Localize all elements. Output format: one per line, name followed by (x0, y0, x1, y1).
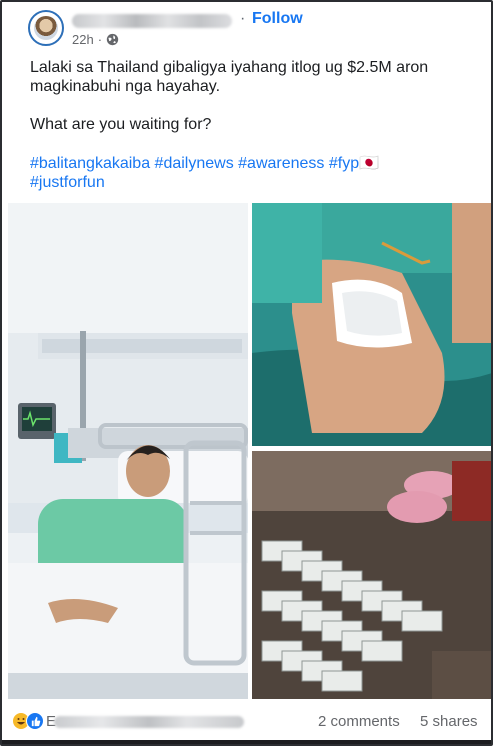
blurred-reactor-names[interactable] (54, 716, 244, 728)
reaction-summary[interactable] (12, 712, 44, 730)
hashtag-link[interactable]: #dailynews (155, 155, 239, 172)
photo-surgery-bandage[interactable] (252, 203, 491, 446)
follow-button[interactable]: Follow (252, 10, 303, 28)
post-footer: E 2 comments 5 shares (2, 702, 491, 742)
meta-separator: · (97, 32, 103, 47)
hashtag-link[interactable]: #justforfun (30, 174, 105, 191)
hashtag-link[interactable]: #fyp🇯🇵 (329, 155, 379, 172)
photo-hospital-bed[interactable] (8, 203, 248, 699)
name-separator: · (240, 10, 246, 27)
post-header: · Follow 22h · (16, 8, 481, 48)
post-text-line-1: Lalaki sa Thailand gibaligya iyahang itl… (30, 59, 429, 95)
bottom-edge (2, 740, 491, 744)
hashtag-link[interactable]: #balitangkakaiba (30, 155, 155, 172)
page-avatar[interactable] (28, 10, 64, 46)
post-time[interactable]: 22h (72, 32, 94, 47)
blurred-author-name[interactable] (72, 14, 232, 28)
post-body: Lalaki sa Thailand gibaligya iyahang itl… (30, 58, 470, 153)
hashtag-link[interactable]: #awareness (238, 155, 329, 172)
like-reaction-icon (26, 712, 44, 730)
post-meta: 22h · (72, 32, 119, 47)
globe-icon (106, 33, 119, 46)
money-scene-illustration (252, 451, 491, 699)
photo-money-stacks[interactable] (252, 451, 491, 699)
avatar-image (34, 16, 58, 40)
shares-count[interactable]: 5 shares (420, 713, 478, 730)
surgery-scene-illustration (252, 203, 491, 446)
comments-count[interactable]: 2 comments (318, 713, 400, 730)
hospital-scene-illustration (8, 203, 248, 699)
hashtag-list: #balitangkakaiba #dailynews #awareness #… (30, 154, 470, 192)
post-card: · Follow 22h · Lalaki sa Thailand gibali… (0, 0, 493, 746)
post-text-line-2: What are you waiting for? (30, 116, 212, 133)
